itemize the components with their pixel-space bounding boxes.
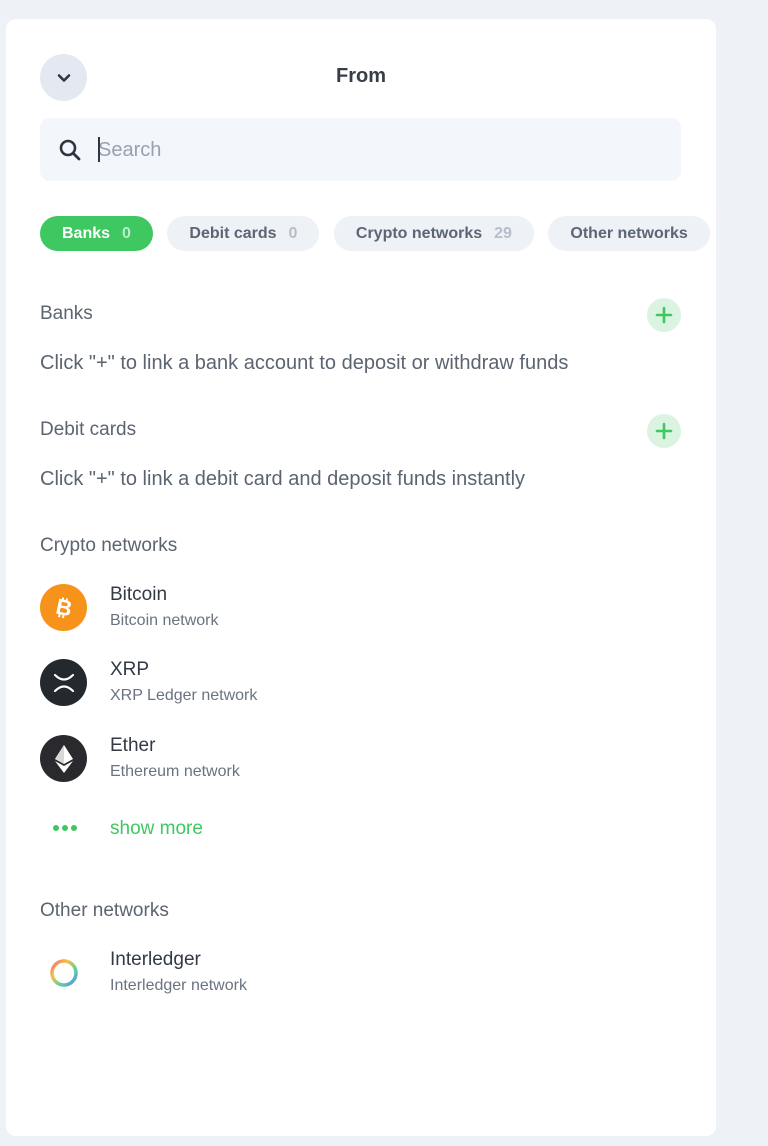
network-name: Interledger [110,949,201,970]
tab-label: Other networks [570,224,688,242]
debit-cards-hint: Click "+" to link a debit card and depos… [40,468,526,490]
network-subtitle: Ethereum network [110,763,240,780]
plus-icon [655,306,673,324]
text-cursor [98,137,100,162]
network-item-ether[interactable]: Ether Ethereum network [40,735,680,787]
tab-banks[interactable]: Banks 0 [40,216,153,251]
search-input[interactable] [96,132,660,168]
panel-title: From [336,65,386,87]
network-item-interledger[interactable]: Interledger Interledger network [40,949,680,1001]
banks-section-title: Banks [40,303,93,324]
network-subtitle: Interledger network [110,977,247,994]
show-more-link[interactable]: show more [40,816,240,846]
tab-count: 0 [288,224,298,242]
bitcoin-icon: B [40,584,87,631]
more-dots-icon [53,825,77,831]
network-item-xrp[interactable]: XRP XRP Ledger network [40,659,680,711]
xrp-icon [40,659,87,706]
plus-icon [655,422,673,440]
add-debit-card-button[interactable] [647,414,681,448]
tab-debit-cards[interactable]: Debit cards 0 [167,216,320,251]
crypto-section-title: Crypto networks [40,535,178,556]
debit-cards-section-title: Debit cards [40,419,137,440]
show-more-label: show more [110,818,203,839]
panel-header: From [6,19,716,134]
background-strip [716,0,768,1146]
tab-count: 0 [122,224,131,242]
tab-label: Banks [62,224,111,242]
network-item-bitcoin[interactable]: B Bitcoin Bitcoin network [40,584,680,636]
interledger-icon [40,949,87,996]
tab-count: 29 [494,224,512,242]
search-box[interactable] [40,118,681,181]
tab-label: Crypto networks [355,224,483,242]
svg-text:B: B [53,594,74,621]
banks-hint: Click "+" to link a bank account to depo… [40,352,569,374]
search-icon [59,139,81,161]
network-name: Ether [110,735,156,756]
payment-source-panel: From Banks 0 Debit cards 0 Crypto networ… [6,19,716,1136]
add-bank-button[interactable] [647,298,681,332]
tab-label: Debit cards [189,224,277,242]
network-name: Bitcoin [110,584,168,605]
network-name: XRP [110,659,150,680]
other-networks-section-title: Other networks [40,900,169,921]
tab-crypto-networks[interactable]: Crypto networks 29 [333,216,534,251]
network-subtitle: Bitcoin network [110,612,219,629]
network-subtitle: XRP Ledger network [110,687,258,704]
ethereum-icon [40,735,87,782]
filter-tabs: Banks 0 Debit cards 0 Crypto networks 29… [40,216,716,251]
tab-other-networks[interactable]: Other networks [548,216,710,251]
